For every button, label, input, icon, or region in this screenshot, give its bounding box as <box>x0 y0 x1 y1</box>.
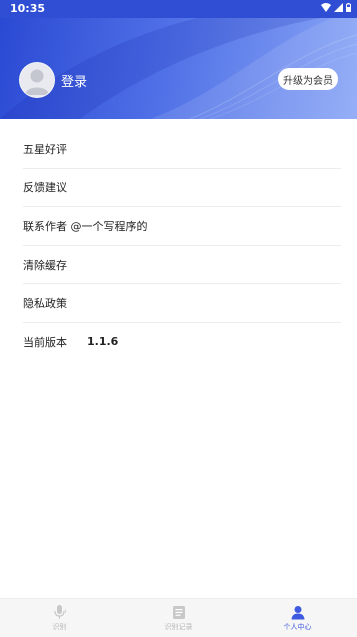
menu-item-contact-author[interactable]: 联系作者 @一个写程序的 <box>23 207 341 246</box>
tab-label: 个人中心 <box>283 623 312 631</box>
upgrade-member-button[interactable]: 升级为会员 <box>278 68 338 90</box>
menu-item-version: 当前版本 1.1.6 <box>23 323 341 361</box>
document-icon <box>172 605 185 619</box>
menu-item-label: 当前版本 <box>23 335 67 349</box>
tab-label: 识别记录 <box>164 623 193 631</box>
menu-item-label: 联系作者 @一个写程序的 <box>23 219 148 233</box>
tab-history[interactable]: 识别记录 <box>119 599 238 637</box>
microphone-icon <box>53 605 66 619</box>
menu-item-clear-cache[interactable]: 清除缓存 <box>23 246 341 285</box>
menu-item-privacy-policy[interactable]: 隐私政策 <box>23 284 341 323</box>
avatar-placeholder-icon <box>25 69 49 95</box>
battery-icon <box>346 3 351 12</box>
login-label[interactable]: 登录 <box>61 71 87 90</box>
menu-item-label: 五星好评 <box>23 142 67 156</box>
status-icons <box>321 3 351 12</box>
menu-item-feedback[interactable]: 反馈建议 <box>23 169 341 208</box>
tab-label: 识别 <box>52 623 67 631</box>
status-time: 10:35 <box>10 2 46 15</box>
tab-profile[interactable]: 个人中心 <box>238 599 357 637</box>
menu-item-label: 清除缓存 <box>23 258 67 272</box>
version-number: 1.1.6 <box>87 335 119 349</box>
status-bar: 10:35 <box>0 0 357 18</box>
person-icon <box>291 605 304 619</box>
wifi-icon <box>321 3 331 12</box>
menu-item-label: 隐私政策 <box>23 297 67 311</box>
menu-item-label: 反馈建议 <box>23 181 67 195</box>
avatar[interactable] <box>19 62 55 98</box>
bottom-tab-bar: 识别 识别记录 个人中心 <box>0 598 357 637</box>
settings-menu: 五星好评 反馈建议 联系作者 @一个写程序的 清除缓存 隐私政策 当前版本 1.… <box>0 130 357 361</box>
menu-item-rating[interactable]: 五星好评 <box>23 130 341 169</box>
signal-icon <box>334 3 343 12</box>
tab-recognize[interactable]: 识别 <box>0 599 119 637</box>
